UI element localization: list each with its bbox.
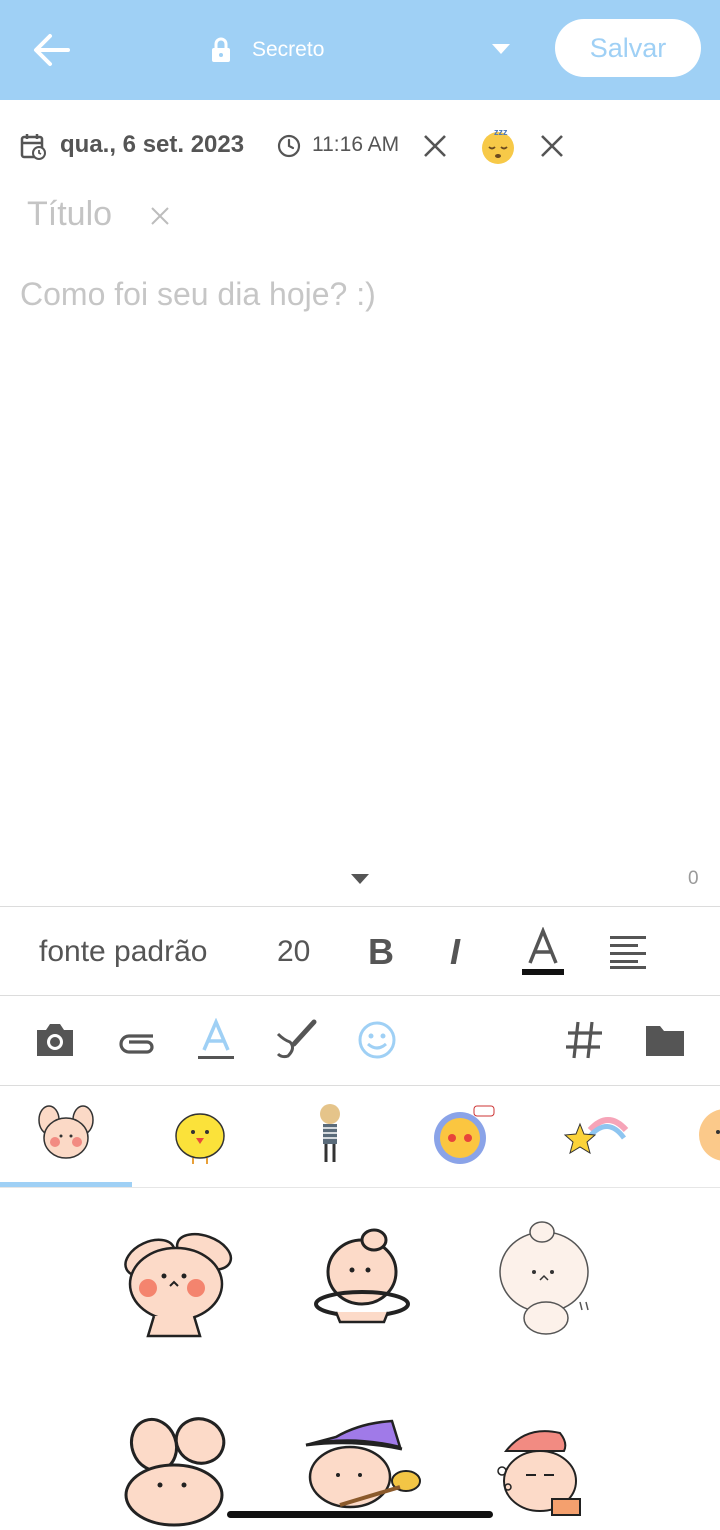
sticker-bunny-peek[interactable] xyxy=(114,1400,244,1530)
sticker-bunny-hula[interactable] xyxy=(300,1222,430,1352)
sticker-pack-tabs xyxy=(0,1086,720,1188)
collapse-caret-icon[interactable] xyxy=(350,873,370,885)
sticker-bunny-blush[interactable] xyxy=(114,1218,244,1348)
clear-mood-icon[interactable] xyxy=(539,133,565,159)
privacy-label: Secreto xyxy=(252,38,325,61)
chick-sticker-tab-icon[interactable] xyxy=(165,1100,235,1170)
selected-tab-indicator xyxy=(0,1182,132,1187)
lock-icon xyxy=(212,37,230,62)
clock-icon[interactable] xyxy=(277,134,301,158)
svg-text:zzz: zzz xyxy=(494,127,508,137)
hashtag-icon[interactable] xyxy=(562,1018,606,1062)
text-color-icon[interactable] xyxy=(522,927,564,977)
char-count: 0 xyxy=(688,868,699,889)
back-arrow-icon[interactable] xyxy=(28,28,74,72)
peach-sticker-tab-icon[interactable] xyxy=(690,1100,720,1170)
font-size-selector[interactable]: 20 xyxy=(277,935,310,969)
entry-time[interactable]: 11:16 AM xyxy=(312,133,399,157)
clear-time-icon[interactable] xyxy=(422,133,448,159)
bunny-sticker-tab-icon[interactable] xyxy=(31,1100,101,1170)
top-app-bar: Secreto Salvar xyxy=(0,0,720,100)
body-input[interactable]: Como foi seu dia hoje? :) xyxy=(20,276,376,313)
brush-icon[interactable] xyxy=(274,1018,318,1062)
italic-button[interactable]: I xyxy=(450,931,460,973)
sticker-bunny-sketch[interactable] xyxy=(480,1218,610,1348)
attachment-icon[interactable] xyxy=(113,1018,157,1062)
shooting-star-sticker-tab-icon[interactable] xyxy=(560,1100,630,1170)
chevron-down-icon[interactable] xyxy=(490,42,512,56)
font-style-icon[interactable] xyxy=(194,1018,238,1062)
title-field[interactable]: Título xyxy=(27,195,112,239)
save-button[interactable]: Salvar xyxy=(555,19,701,77)
blush-face-sticker-tab-icon[interactable] xyxy=(428,1100,498,1170)
girl-sticker-tab-icon[interactable] xyxy=(295,1100,365,1170)
entry-meta-row: qua., 6 set. 2023 11:16 AM zzz xyxy=(0,118,720,174)
sticker-bunny-sleepy[interactable] xyxy=(486,1400,616,1530)
privacy-selector[interactable]: Secreto xyxy=(210,30,324,70)
align-left-icon[interactable] xyxy=(610,935,646,969)
folder-icon[interactable] xyxy=(643,1018,687,1062)
format-toolbar: fonte padrão 20 B I xyxy=(0,906,720,996)
calendar-icon[interactable] xyxy=(20,132,46,160)
entry-date[interactable]: qua., 6 set. 2023 xyxy=(60,131,244,159)
sleeping-face-icon[interactable]: zzz xyxy=(478,126,518,166)
bold-button[interactable]: B xyxy=(368,931,394,973)
emoji-icon[interactable] xyxy=(355,1018,399,1062)
font-family-selector[interactable]: fonte padrão xyxy=(39,935,207,969)
title-input[interactable]: Título xyxy=(27,195,112,233)
clear-title-icon[interactable] xyxy=(150,206,170,226)
home-indicator xyxy=(227,1511,493,1518)
camera-icon[interactable] xyxy=(33,1018,77,1062)
insert-toolbar xyxy=(0,996,720,1086)
